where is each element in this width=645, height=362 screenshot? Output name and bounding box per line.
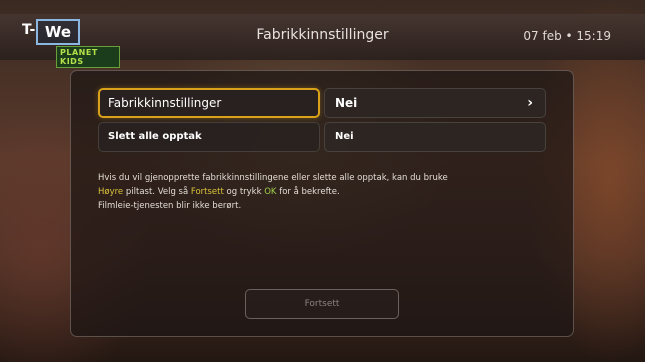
info-line-2: Høyre piltast. Velg så Fortsett og trykk…	[98, 185, 548, 199]
setting-row-delete-recordings[interactable]: Slett alle opptak Nei	[98, 122, 546, 152]
info-text-segment: piltast. Velg så	[123, 187, 191, 197]
info-key-right: Høyre	[98, 187, 124, 197]
info-text-segment: og trykk	[223, 187, 265, 197]
info-key-continue: Fortsett	[190, 187, 224, 197]
continue-button[interactable]: Fortsett	[245, 289, 399, 319]
info-line-1: Hvis du vil gjenopprette fabrikkinnstill…	[98, 173, 448, 183]
settings-dialog: Fabrikkinnstillinger Nei › Slett alle op…	[70, 70, 574, 337]
setting-label-factory-reset[interactable]: Fabrikkinnstillinger	[98, 88, 320, 118]
info-text: Hvis du vil gjenopprette fabrikkinnstill…	[98, 171, 548, 213]
setting-label-delete-recordings[interactable]: Slett alle opptak	[98, 122, 320, 152]
setting-value-delete-recordings[interactable]: Nei	[324, 122, 546, 152]
setting-row-factory-reset[interactable]: Fabrikkinnstillinger Nei ›	[98, 88, 546, 118]
logo-channel-name: PLANET KIDS	[56, 46, 120, 68]
setting-value-factory-reset[interactable]: Nei ›	[324, 88, 546, 118]
info-line-3: Filmleie-tjenesten blir ikke berørt.	[98, 201, 242, 211]
setting-value-text: Nei	[335, 96, 358, 110]
info-text-segment: for å bekrefte.	[276, 187, 340, 197]
info-key-ok: OK	[264, 187, 277, 197]
date-time: 07 feb • 15:19	[523, 29, 611, 43]
chevron-right-icon[interactable]: ›	[527, 89, 533, 117]
